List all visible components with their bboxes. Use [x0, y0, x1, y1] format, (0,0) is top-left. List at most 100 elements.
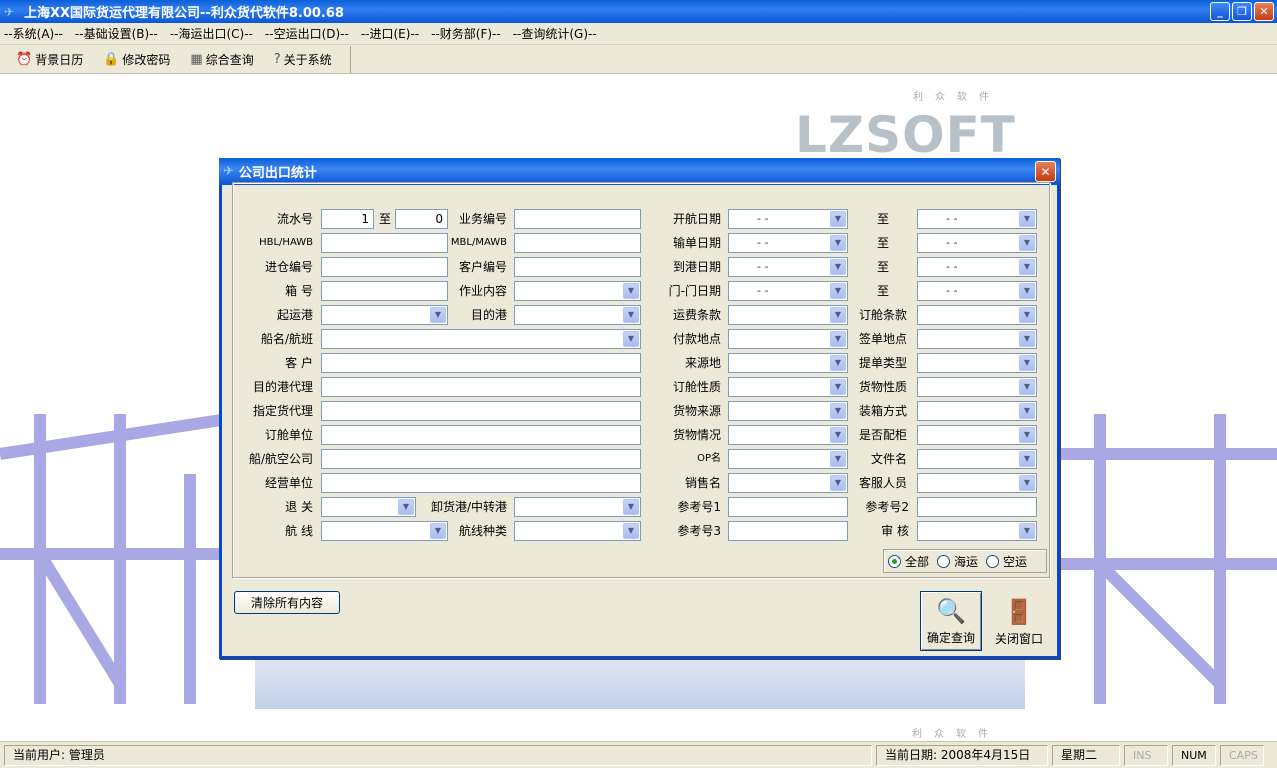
change-password-button[interactable]: 🔒 修改密码	[103, 51, 170, 68]
dialog-close-button[interactable]: ✕	[1035, 161, 1056, 182]
cargo-nature-select[interactable]: ▼	[917, 377, 1037, 397]
chevron-down-icon[interactable]: ▼	[1019, 259, 1035, 275]
loading-select[interactable]: ▼	[917, 401, 1037, 421]
carrier-input[interactable]	[321, 449, 641, 469]
serial-from-input[interactable]: 1	[321, 209, 374, 229]
sail-date-from[interactable]: - - ▼	[728, 209, 848, 229]
menu-import[interactable]: --进口(E)--	[361, 25, 419, 42]
close-window-button[interactable]: ✕	[1254, 2, 1274, 21]
cs-select[interactable]: ▼	[917, 473, 1037, 493]
chevron-down-icon[interactable]: ▼	[1019, 451, 1035, 467]
customer-input[interactable]	[321, 353, 641, 373]
confirm-query-button[interactable]: 🔍 确定查询	[920, 591, 982, 651]
chevron-down-icon[interactable]: ▼	[398, 499, 414, 515]
sales-select[interactable]: ▼	[728, 473, 848, 493]
audit-select[interactable]: ▼	[917, 521, 1037, 541]
chevron-down-icon[interactable]: ▼	[623, 283, 639, 299]
source-select[interactable]: ▼	[728, 353, 848, 373]
magnifier-icon: 🔍	[936, 597, 966, 625]
pol-select[interactable]: ▼	[321, 305, 448, 325]
chevron-down-icon[interactable]: ▼	[623, 307, 639, 323]
booking-unit-input[interactable]	[321, 425, 641, 445]
cargo-source-select[interactable]: ▼	[728, 401, 848, 421]
hbl-input[interactable]	[321, 233, 448, 253]
dialog-title: 公司出口统计	[238, 166, 317, 181]
sign-place-select[interactable]: ▼	[917, 329, 1037, 349]
pay-place-select[interactable]: ▼	[728, 329, 848, 349]
ref1-input[interactable]	[728, 497, 848, 517]
menu-system[interactable]: --系统(A)--	[4, 25, 63, 42]
booking-term-select[interactable]: ▼	[917, 305, 1037, 325]
cargo-status-select[interactable]: ▼	[728, 425, 848, 445]
radio-dot-icon	[937, 554, 951, 568]
stowage-select[interactable]: ▼	[917, 425, 1037, 445]
biz-no-input[interactable]	[514, 209, 641, 229]
calendar-button[interactable]: ⏰ 背景日历	[16, 51, 83, 68]
chevron-down-icon[interactable]: ▼	[1019, 403, 1035, 419]
chevron-down-icon[interactable]: ▼	[1019, 283, 1035, 299]
confirm-query-label: 确定查询	[926, 631, 975, 645]
input-date-from[interactable]: - - ▼	[728, 233, 848, 253]
clear-all-button[interactable]: 清除所有内容	[234, 591, 340, 614]
arrive-date-from[interactable]: - - ▼	[728, 257, 848, 277]
chevron-down-icon[interactable]: ▼	[830, 211, 846, 227]
chevron-down-icon[interactable]: ▼	[623, 499, 639, 515]
menu-sea-export[interactable]: --海运出口(C)--	[170, 25, 253, 42]
radio-air[interactable]: 空运	[986, 553, 1027, 570]
radio-sea[interactable]: 海运	[937, 553, 978, 570]
transit-select[interactable]: ▼	[514, 497, 641, 517]
arrive-date-to[interactable]: - - ▼	[917, 257, 1037, 277]
restore-button[interactable]: ❐	[1232, 2, 1252, 21]
chevron-down-icon[interactable]: ▼	[1019, 355, 1035, 371]
dest-agent-input[interactable]	[321, 377, 641, 397]
route-type-select[interactable]: ▼	[514, 521, 641, 541]
operator-input[interactable]	[321, 473, 641, 493]
chevron-down-icon[interactable]: ▼	[623, 331, 639, 347]
minimize-button[interactable]: _	[1210, 2, 1230, 21]
door-date-to[interactable]: - - ▼	[917, 281, 1037, 301]
chevron-down-icon[interactable]: ▼	[623, 523, 639, 539]
serial-to-input[interactable]: 0	[395, 209, 448, 229]
ref3-input[interactable]	[728, 521, 848, 541]
assign-agent-input[interactable]	[321, 401, 641, 421]
chevron-down-icon[interactable]: ▼	[1019, 427, 1035, 443]
chevron-down-icon[interactable]: ▼	[1019, 331, 1035, 347]
menu-statistics[interactable]: --查询统计(G)--	[513, 25, 597, 42]
chevron-down-icon[interactable]: ▼	[830, 259, 846, 275]
chevron-down-icon[interactable]: ▼	[1019, 307, 1035, 323]
ref2-input[interactable]	[917, 497, 1037, 517]
door-date-from[interactable]: - - ▼	[728, 281, 848, 301]
menu-base-settings[interactable]: --基础设置(B)--	[75, 25, 158, 42]
menu-finance[interactable]: --财务部(F)--	[431, 25, 501, 42]
chevron-down-icon[interactable]: ▼	[1019, 235, 1035, 251]
file-select[interactable]: ▼	[917, 449, 1037, 469]
freight-term-select[interactable]: ▼	[728, 305, 848, 325]
chevron-down-icon[interactable]: ▼	[1019, 523, 1035, 539]
export-statistics-dialog: ✈ 公司出口统计 ✕ 流水号 1 至 0 业务编号 开航日期 - - ▼ 至 - …	[219, 158, 1060, 659]
input-date-to[interactable]: - - ▼	[917, 233, 1037, 253]
bl-type-select[interactable]: ▼	[917, 353, 1037, 373]
booking-nature-select[interactable]: ▼	[728, 377, 848, 397]
menu-air-export[interactable]: --空运出口(D)--	[265, 25, 349, 42]
cust-no-input[interactable]	[514, 257, 641, 277]
vessel-select[interactable]: ▼	[321, 329, 641, 349]
route-select[interactable]: ▼	[321, 521, 448, 541]
mbl-input[interactable]	[514, 233, 641, 253]
customs-select[interactable]: ▼	[321, 497, 416, 517]
radio-all[interactable]: 全部	[888, 553, 929, 570]
job-select[interactable]: ▼	[514, 281, 641, 301]
chevron-down-icon[interactable]: ▼	[1019, 379, 1035, 395]
query-button[interactable]: ▦ 综合查询	[190, 51, 253, 68]
box-no-input[interactable]	[321, 281, 448, 301]
chevron-down-icon[interactable]: ▼	[830, 235, 846, 251]
chevron-down-icon[interactable]: ▼	[1019, 475, 1035, 491]
chevron-down-icon[interactable]: ▼	[1019, 211, 1035, 227]
chevron-down-icon[interactable]: ▼	[830, 283, 846, 299]
close-dialog-button[interactable]: 🚪 关闭窗口	[988, 591, 1050, 651]
op-select[interactable]: ▼	[728, 449, 848, 469]
about-button[interactable]: ? 关于系统	[274, 51, 332, 68]
radio-air-label: 空运	[1003, 554, 1028, 569]
sail-date-to[interactable]: - - ▼	[917, 209, 1037, 229]
warehouse-no-input[interactable]	[321, 257, 448, 277]
pod-select[interactable]: ▼	[514, 305, 641, 325]
